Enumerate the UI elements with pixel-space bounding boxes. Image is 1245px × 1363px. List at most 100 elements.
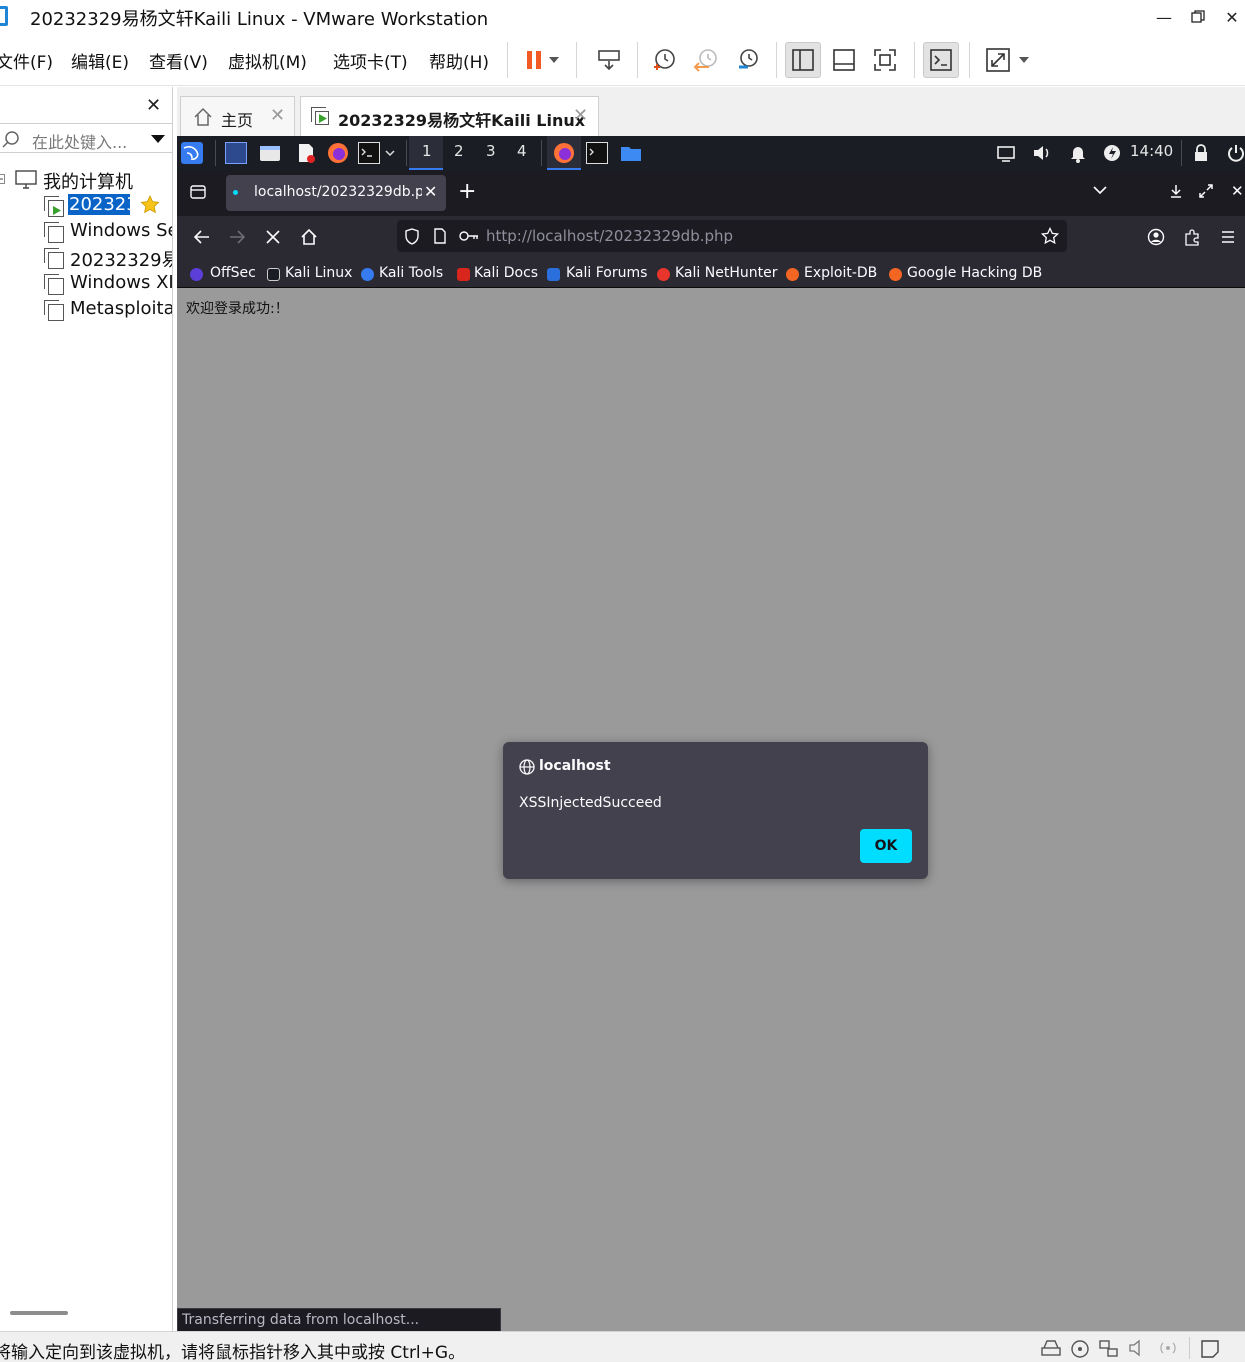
close-tab-icon[interactable]: ✕ bbox=[424, 182, 437, 201]
network-adapter-icon[interactable] bbox=[1098, 1339, 1118, 1357]
close-library-icon[interactable]: ✕ bbox=[146, 95, 161, 116]
panel-clock[interactable]: 14:40 bbox=[1130, 142, 1173, 160]
stop-loading-icon[interactable] bbox=[265, 229, 281, 245]
firefox-view-icon[interactable] bbox=[189, 183, 207, 201]
tree-vm-label: 20232329易 bbox=[70, 250, 172, 270]
tracking-protection-shield-icon[interactable] bbox=[404, 228, 420, 245]
bookmark-kali-linux[interactable]: Kali Linux bbox=[285, 265, 352, 281]
bookmark-kali-forums[interactable]: Kali Forums bbox=[566, 265, 647, 281]
password-key-icon[interactable] bbox=[459, 230, 479, 242]
guest-display[interactable]: 1 2 3 4 14:40 localhost/20232329db.ph ✕ … bbox=[177, 136, 1245, 1331]
bookmark-kali-tools[interactable]: Kali Tools bbox=[379, 265, 443, 281]
tab-home[interactable]: 主页 ✕ bbox=[180, 96, 295, 136]
volume-icon[interactable] bbox=[1031, 142, 1053, 164]
bookmarks-toolbar: OffSec Kali Linux Kali Tools Kali Docs K… bbox=[177, 260, 1245, 288]
tree-vm-item[interactable]: Metasploita bbox=[40, 298, 172, 322]
firefox-launcher-icon[interactable] bbox=[327, 142, 349, 164]
tree-vm-label: Windows XI bbox=[70, 272, 172, 293]
menu-file[interactable]: 文件(F) bbox=[0, 48, 53, 73]
send-ctrl-alt-del-icon[interactable] bbox=[591, 42, 627, 78]
fullscreen-icon[interactable] bbox=[867, 42, 903, 78]
snapshot-revert-icon[interactable] bbox=[688, 42, 724, 78]
minimize-button[interactable]: — bbox=[1149, 4, 1179, 30]
bookmark-kali-docs[interactable]: Kali Docs bbox=[474, 265, 538, 281]
launcher-dropdown-icon[interactable] bbox=[384, 142, 398, 164]
snapshot-take-icon[interactable] bbox=[646, 42, 682, 78]
close-window-button[interactable]: ✕ bbox=[1217, 4, 1245, 30]
search-dropdown-icon[interactable] bbox=[150, 134, 166, 144]
stretch-dropdown-icon[interactable] bbox=[1014, 42, 1034, 78]
bookmark-google-hacking-db[interactable]: Google Hacking DB bbox=[907, 265, 1042, 281]
firefox-window-icon[interactable] bbox=[553, 142, 575, 164]
folder-window-icon[interactable] bbox=[620, 142, 642, 164]
kali-menu-icon[interactable] bbox=[181, 142, 203, 164]
terminal-launcher-icon[interactable] bbox=[358, 142, 380, 164]
vmware-tab-strip: 主页 ✕ 20232329易杨文轩Kaili Linux ✕ bbox=[177, 87, 1245, 136]
library-view-icon[interactable] bbox=[785, 42, 821, 78]
show-desktop-icon[interactable] bbox=[225, 142, 247, 164]
bookmark-offsec[interactable]: OffSec bbox=[210, 265, 256, 281]
bookmark-exploit-db[interactable]: Exploit-DB bbox=[804, 265, 877, 281]
console-view-icon[interactable] bbox=[923, 42, 959, 78]
bookmark-kali-nethunter[interactable]: Kali NetHunter bbox=[675, 265, 777, 281]
bookmark-star-icon[interactable] bbox=[1041, 227, 1059, 245]
thumbnail-bar-icon[interactable] bbox=[826, 42, 862, 78]
workspace-3[interactable]: 3 bbox=[486, 142, 496, 160]
workspace-4[interactable]: 4 bbox=[517, 142, 527, 160]
menu-vm[interactable]: 虚拟机(M) bbox=[228, 48, 307, 73]
workspace-2[interactable]: 2 bbox=[454, 142, 464, 160]
close-firefox-icon[interactable]: ✕ bbox=[1231, 182, 1244, 200]
app-menu-icon[interactable] bbox=[1220, 229, 1236, 245]
alert-ok-button[interactable]: OK bbox=[860, 829, 912, 863]
firefox-status-panel: Transferring data from localhost... bbox=[177, 1308, 501, 1331]
hard-disk-icon[interactable] bbox=[1040, 1339, 1061, 1357]
tree-vm-item[interactable]: 20232329易 bbox=[40, 246, 172, 270]
notifications-bell-icon[interactable] bbox=[1067, 142, 1089, 164]
maximize-firefox-icon[interactable] bbox=[1199, 184, 1213, 198]
forward-icon[interactable] bbox=[228, 228, 246, 246]
running-vm-icon bbox=[319, 114, 327, 123]
library-search-input[interactable]: 在此处键入... bbox=[0, 123, 172, 153]
home-icon[interactable] bbox=[300, 228, 318, 246]
snapshot-manager-icon[interactable] bbox=[730, 42, 766, 78]
menu-help[interactable]: 帮助(H) bbox=[429, 48, 489, 73]
menu-tabs[interactable]: 选项卡(T) bbox=[333, 48, 408, 73]
text-editor-icon[interactable] bbox=[295, 142, 317, 164]
close-tab-icon[interactable]: ✕ bbox=[270, 105, 285, 126]
list-all-tabs-icon[interactable] bbox=[1093, 185, 1107, 195]
wireless-icon[interactable] bbox=[1156, 1339, 1176, 1357]
power-dropdown-icon[interactable] bbox=[544, 42, 564, 78]
tree-vm-item[interactable]: 202323 bbox=[40, 194, 172, 218]
running-vm-icon bbox=[53, 206, 61, 215]
cd-dvd-icon[interactable] bbox=[1070, 1339, 1090, 1358]
collapse-icon[interactable] bbox=[0, 174, 5, 184]
page-info-icon[interactable] bbox=[433, 228, 447, 244]
sound-card-icon[interactable] bbox=[1128, 1339, 1148, 1357]
extensions-icon[interactable] bbox=[1183, 228, 1201, 246]
tree-vm-item[interactable]: Windows Se bbox=[40, 220, 172, 244]
file-manager-icon[interactable] bbox=[259, 142, 281, 164]
stretch-guest-icon[interactable] bbox=[980, 42, 1016, 78]
display-icon[interactable] bbox=[995, 142, 1017, 164]
tree-vm-item[interactable]: Windows XI bbox=[40, 272, 172, 296]
account-icon[interactable] bbox=[1147, 228, 1165, 246]
workspace-1[interactable]: 1 bbox=[422, 142, 432, 160]
menu-view[interactable]: 查看(V) bbox=[149, 48, 208, 73]
firefox-tab-active[interactable]: localhost/20232329db.ph ✕ bbox=[226, 175, 446, 211]
logout-icon[interactable] bbox=[1225, 142, 1245, 164]
minimize-firefox-icon[interactable] bbox=[1169, 184, 1183, 198]
menu-edit[interactable]: 编辑(E) bbox=[71, 48, 129, 73]
terminal-window-icon[interactable] bbox=[586, 142, 608, 164]
lock-screen-icon[interactable] bbox=[1190, 142, 1212, 164]
power-manager-icon[interactable] bbox=[1101, 142, 1123, 164]
tab-vm[interactable]: 20232329易杨文轩Kaili Linux ✕ bbox=[300, 96, 599, 136]
tree-root-my-computer[interactable]: 我的计算机 bbox=[0, 168, 172, 192]
close-tab-icon[interactable]: ✕ bbox=[573, 105, 588, 126]
horizontal-scrollbar[interactable] bbox=[10, 1311, 68, 1315]
kali-top-panel: 1 2 3 4 14:40 bbox=[177, 136, 1245, 170]
message-log-icon[interactable] bbox=[1200, 1339, 1220, 1358]
url-bar[interactable]: http://localhost/20232329db.php bbox=[397, 220, 1067, 252]
new-tab-button[interactable]: + bbox=[458, 179, 476, 204]
restore-button[interactable] bbox=[1183, 4, 1213, 30]
back-icon[interactable] bbox=[193, 228, 211, 246]
